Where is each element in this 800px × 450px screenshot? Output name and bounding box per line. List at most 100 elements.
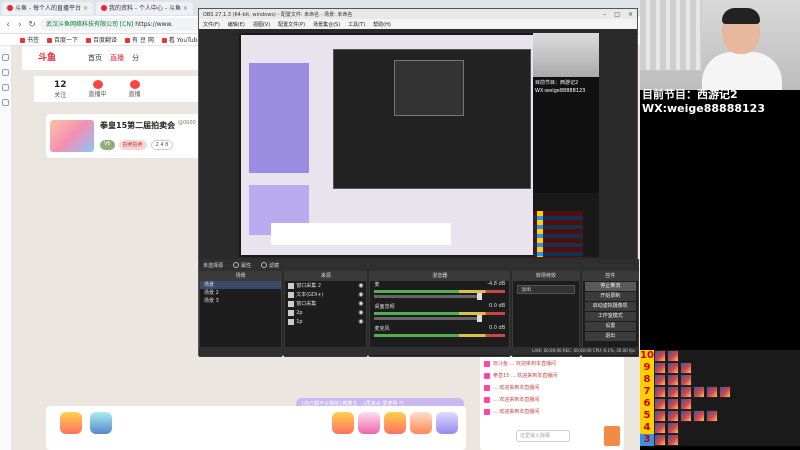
character-portrait	[667, 386, 679, 398]
preview-line: 目前节目：西游记2	[535, 80, 579, 86]
eye-icon[interactable]: ◉	[358, 309, 363, 316]
source-item[interactable]: 窗口采集 ◉	[285, 299, 366, 308]
settings-button[interactable]: 设置	[584, 322, 636, 331]
close-icon[interactable]: ×	[628, 11, 633, 18]
nav-live[interactable]: 直播	[110, 53, 124, 63]
exit-button[interactable]: 退出	[584, 332, 636, 341]
user-stats: 12 关注 直播中 直播	[34, 76, 220, 102]
transition-select[interactable]: 淡出	[517, 285, 575, 294]
eye-icon[interactable]: ◉	[358, 318, 363, 325]
source-item[interactable]: 2p ◉	[285, 308, 366, 317]
maximize-icon[interactable]: □	[614, 11, 620, 18]
room-thumbnail	[50, 120, 94, 152]
menu-view[interactable]: 视图(V)	[253, 21, 270, 28]
chat-input[interactable]: 这里输入弹幕	[516, 430, 570, 442]
menu-profile[interactable]: 配置文件(P)	[278, 21, 305, 28]
text-icon	[288, 318, 295, 325]
gift-icon[interactable]	[358, 412, 380, 434]
gift-icon[interactable]	[436, 412, 458, 434]
character-portrait	[680, 362, 692, 374]
eye-icon[interactable]: ◉	[358, 282, 363, 289]
rank-number: 8	[640, 374, 654, 386]
preview-element	[249, 63, 309, 173]
bookmark-item[interactable]: 百度翻译	[86, 35, 117, 44]
filter-icon	[261, 262, 268, 268]
stat-follow[interactable]: 12 关注	[54, 80, 67, 99]
character-portrait	[693, 386, 705, 398]
nav-more[interactable]: 分	[132, 53, 139, 63]
menu-file[interactable]: 文件(F)	[203, 21, 220, 28]
sidebar-icon[interactable]	[2, 99, 9, 106]
rank-number: 5	[640, 410, 654, 422]
tab-douyu-home[interactable]: 斗鱼 - 每个人的直播平台 ×	[2, 1, 94, 15]
gift-icon[interactable]	[410, 412, 432, 434]
reload-icon[interactable]: ↻	[28, 20, 36, 30]
back-icon[interactable]: ‹	[4, 20, 12, 30]
room-card[interactable]: 拳皇15第二届拍卖会 @0000 V6 拍卖拍卖 2 4 8	[46, 114, 220, 158]
menu-help[interactable]: 帮助(H)	[373, 21, 391, 28]
tag: 拍卖拍卖	[118, 140, 147, 150]
volume-slider[interactable]	[374, 315, 482, 322]
menu-tools[interactable]: 工具(T)	[348, 21, 365, 28]
studio-mode-button[interactable]: 工作室模式	[584, 312, 636, 321]
volume-slider[interactable]	[374, 293, 482, 300]
source-label: 2p	[296, 309, 303, 316]
preview-element	[271, 223, 451, 245]
scene-item[interactable]: 场景	[200, 281, 282, 289]
character-portrait	[667, 422, 679, 434]
close-icon[interactable]: ×	[183, 2, 188, 15]
send-button[interactable]	[604, 426, 620, 446]
gift-icon[interactable]	[332, 412, 354, 434]
stat-stream[interactable]: 直播	[129, 80, 141, 98]
forward-icon[interactable]: ›	[16, 20, 24, 30]
douyu-logo[interactable]: 斗鱼	[38, 50, 56, 63]
bookmark-item[interactable]: 看 YouTube	[162, 35, 201, 44]
source-item[interactable]: 文本(GDI+) ◉	[285, 290, 366, 299]
scene-item[interactable]: 场景 3	[200, 297, 281, 305]
bookmark-item[interactable]: 书签	[20, 35, 39, 44]
obs-titlebar: OBS 27.1.3 (64-bit, windows) - 配置文件: 未命名…	[199, 9, 637, 19]
rank-row	[654, 362, 800, 374]
gift-icon[interactable]	[384, 412, 406, 434]
rank-row	[654, 374, 800, 386]
window-icon	[288, 300, 295, 307]
menu-edit[interactable]: 编辑(E)	[228, 21, 245, 28]
bookmark-item[interactable]: 百度一下	[47, 35, 78, 44]
webcam-background	[640, 0, 702, 70]
nav-home[interactable]: 首页	[88, 53, 102, 63]
close-icon[interactable]: ×	[83, 2, 88, 15]
eye-icon[interactable]: ◉	[358, 300, 363, 307]
source-item[interactable]: 1p ◉	[285, 317, 366, 326]
eye-icon[interactable]: ◉	[358, 291, 363, 298]
source-label: 窗口采集 2	[296, 283, 322, 289]
sidebar-icon[interactable]	[2, 54, 9, 61]
chat-message: ... 欢迎来到本直播间	[484, 396, 539, 405]
sidebar-icon[interactable]	[2, 69, 9, 76]
bookmark-item[interactable]: 有 豆 网	[125, 35, 154, 44]
channel-db: 0.0 dB	[489, 303, 506, 309]
obs-preview[interactable]: 目前节目：西游记2 WX:weige88888123	[239, 33, 599, 257]
preview-canvas	[241, 35, 533, 255]
sidebar-icon[interactable]	[2, 84, 9, 91]
stop-streaming-button[interactable]: 停止推流	[584, 282, 636, 291]
room-title: 拳皇15第二届拍卖会	[100, 121, 176, 130]
minimize-icon[interactable]: –	[603, 11, 606, 18]
scene-item[interactable]: 场景 2	[200, 289, 281, 297]
filters-button[interactable]: 滤镜	[261, 262, 279, 269]
menu-scene-collection[interactable]: 场景集合(S)	[313, 21, 340, 28]
virtual-camera-button[interactable]: 启动虚拟摄像机	[584, 302, 636, 311]
stat-live[interactable]: 直播中	[89, 80, 107, 98]
tab-profile[interactable]: 我的资料 - 个人中心 - 斗鱼 ×	[96, 1, 194, 15]
scenes-dock: 场景 场景 场景 2 场景 3 +−∧∨	[199, 271, 283, 357]
gift-icon[interactable]	[90, 412, 112, 434]
preview-info: 目前节目：西游记2 WX:weige88888123	[535, 79, 585, 95]
start-recording-button[interactable]: 开始录制	[584, 292, 636, 301]
tab-label: 斗鱼 - 每个人的直播平台	[15, 4, 81, 12]
properties-button[interactable]: 属性	[233, 262, 251, 269]
character-portrait	[667, 434, 679, 446]
source-item[interactable]: 窗口采集 2 ◉	[285, 281, 366, 290]
character-portrait	[654, 434, 666, 446]
gift-icon[interactable]	[60, 412, 82, 434]
tab-label: 我的资料 - 个人中心 - 斗鱼	[109, 4, 181, 12]
text-icon	[288, 309, 295, 316]
